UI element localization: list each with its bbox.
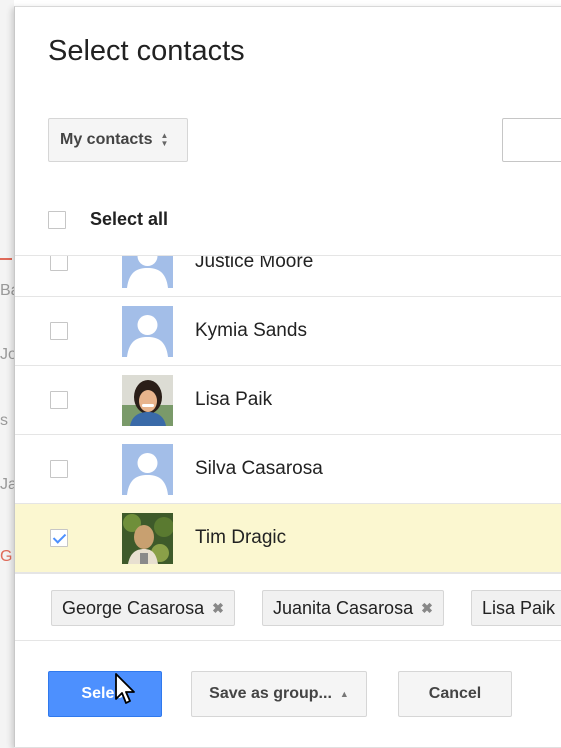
contact-checkbox[interactable] [50,256,68,271]
save-as-group-button[interactable]: Save as group... ▲ [191,671,367,717]
selected-contacts-bar: George Casarosa ✖ Juanita Casarosa ✖ Lis… [15,573,561,641]
contact-search-input[interactable] [502,118,561,162]
contact-name: Justice Moore [195,255,314,272]
dialog-title: Select contacts [48,35,245,67]
contact-photo [122,513,173,564]
contact-checkbox[interactable] [50,391,68,409]
select-contacts-dialog: Select contacts My contacts ▲ ▼ Select al… [14,6,561,747]
contact-checkbox-checked[interactable] [50,529,68,547]
caret-up-icon: ▲ [339,689,349,699]
default-avatar-icon [122,256,173,288]
contact-group-value: My contacts [60,131,153,148]
contact-row[interactable]: Lisa Paik [15,366,561,435]
remove-chip-icon[interactable]: ✖ [212,600,224,617]
select-all-row[interactable]: Select all [48,209,168,230]
contact-photo [122,375,173,426]
contact-checkbox[interactable] [50,322,68,340]
background-page: Ba Jo s Ja G [0,0,14,748]
contact-name: Kymia Sands [195,320,307,341]
background-text: G [0,548,13,565]
contact-group-select[interactable]: My contacts ▲ ▼ [48,118,188,162]
background-text: s [0,412,8,429]
default-avatar-icon [122,444,173,495]
select-all-checkbox[interactable] [48,210,66,229]
remove-chip-icon[interactable]: ✖ [421,600,433,617]
contact-checkbox[interactable] [50,460,68,478]
select-all-label: Select all [90,209,169,229]
chip-label: George Casarosa [62,597,205,618]
contact-list[interactable]: Justice Moore Kymia Sands Lisa Paik Silv… [15,255,561,574]
default-avatar-icon [122,306,173,357]
save-as-group-label: Save as group... [209,685,332,702]
contact-name: Silva Casarosa [195,458,323,479]
cancel-button[interactable]: Cancel [398,671,512,717]
contact-row[interactable]: Justice Moore [15,255,561,297]
contact-row[interactable]: Kymia Sands [15,297,561,366]
chip-label: Juanita Casarosa [273,597,414,618]
up-down-arrows-icon: ▲ ▼ [160,131,169,148]
chip-label: Lisa Paik [482,597,556,618]
contact-name: Tim Dragic [195,527,287,548]
background-text: Jo [0,346,14,363]
background-text: Ja [0,476,14,493]
selected-contact-chip: George Casarosa ✖ [51,590,235,626]
contact-row[interactable]: Silva Casarosa [15,435,561,504]
contact-name: Lisa Paik [195,389,273,410]
select-button[interactable]: Select [48,671,162,717]
selected-contact-chip: Lisa Paik ✖ [471,590,561,626]
selected-contact-chip: Juanita Casarosa ✖ [262,590,444,626]
background-text: Ba [0,282,14,299]
contact-row-selected[interactable]: Tim Dragic [15,504,561,573]
background-accent-mark [0,258,12,260]
